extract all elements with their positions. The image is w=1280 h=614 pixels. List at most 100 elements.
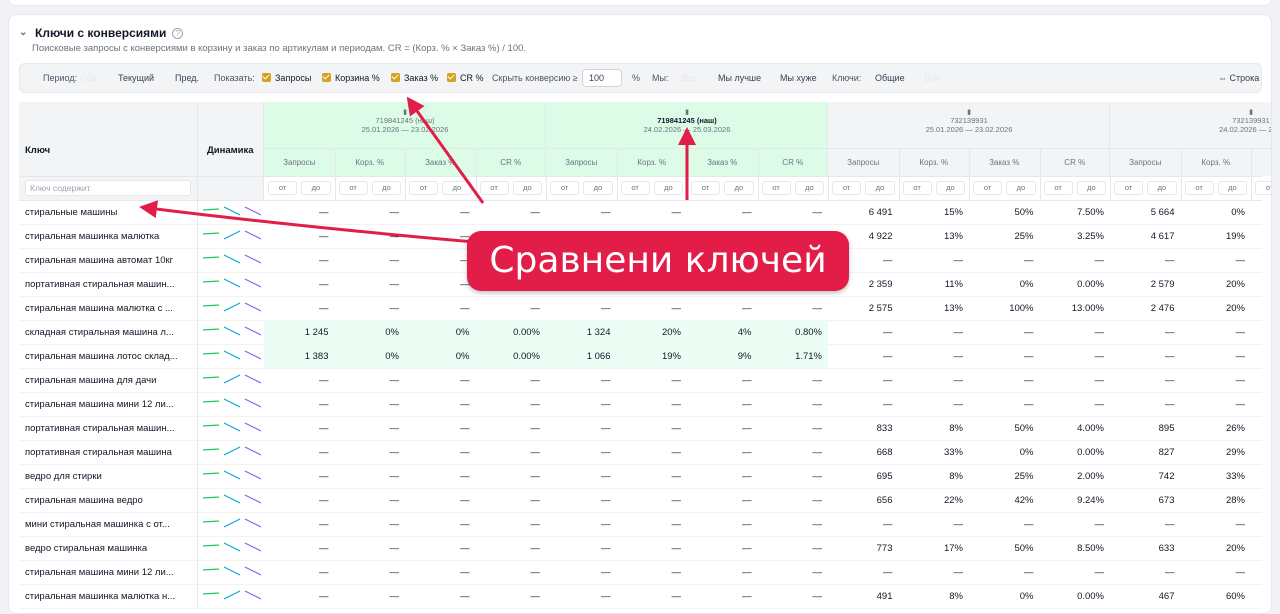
dynamics-sparkline[interactable] [203,470,263,482]
range-from-input[interactable]: от [550,181,580,195]
table-row-key[interactable]: стиральная машина мини 12 ли... [25,399,191,410]
range-to-input[interactable]: до [1217,181,1247,195]
dynamics-sparkline[interactable] [203,518,263,530]
keys-all-button[interactable]: Все [924,64,940,92]
subcolumn-header[interactable]: CR % [476,158,547,167]
dynamics-sparkline[interactable] [203,278,263,290]
dynamics-sparkline[interactable] [203,254,263,266]
help-icon[interactable]: ? [172,27,184,39]
subcolumn-header[interactable]: Запросы [264,158,335,167]
range-to-input[interactable]: до [724,181,754,195]
range-from-input[interactable]: от [620,181,650,195]
range-to-input[interactable]: до [653,181,683,195]
group-article[interactable]: 732139931 [828,116,1110,125]
range-to-input[interactable]: до [794,181,824,195]
subcolumn-header[interactable]: Запросы [1110,158,1181,167]
we-worse-button[interactable]: Мы хуже [780,64,817,92]
range-from-input[interactable]: от [409,181,439,195]
subcolumn-header[interactable]: Заказ % [405,158,476,167]
dynamics-sparkline[interactable] [203,398,263,410]
dynamics-sparkline[interactable] [203,422,263,434]
checkbox-cart[interactable]: Корзина % [322,64,380,92]
range-from-input[interactable]: от [691,181,721,195]
dynamics-sparkline[interactable] [203,206,263,218]
subcolumn-header[interactable]: Запросы [546,158,617,167]
row-toggle-button[interactable]: ⇔ Строка [1218,64,1259,92]
group-article[interactable]: 732139931 [1110,116,1271,125]
key-filter-input[interactable]: Ключ содержит [25,180,191,196]
table-row-key[interactable]: портативная стиральная машин... [25,423,191,434]
range-from-input[interactable]: от [268,181,298,195]
range-to-input[interactable]: до [371,181,401,195]
subcolumn-header[interactable]: Корз. % [899,158,970,167]
section-header[interactable]: ⌄ Ключи с конверсиями ? [19,26,184,40]
range-to-input[interactable]: до [301,181,331,195]
subcolumn-header[interactable]: Заказ % [687,158,758,167]
range-from-input[interactable]: от [479,181,509,195]
range-to-input[interactable]: до [512,181,542,195]
period-prev-button[interactable]: Пред. [175,64,199,92]
range-from-input[interactable]: от [832,181,862,195]
group-article[interactable]: 719841245 (наш) [264,116,546,125]
table-row-key[interactable]: стиральная машина лотос склад... [25,351,191,362]
dynamics-sparkline[interactable] [203,302,263,314]
group-article[interactable]: 719841245 (наш) [546,116,828,125]
period-both-button[interactable]: Оба [80,64,97,92]
subcolumn-header[interactable]: CR % [758,158,829,167]
checkbox-requests[interactable]: Запросы [262,64,311,92]
range-to-input[interactable]: до [935,181,965,195]
range-from-input[interactable]: от [1114,181,1144,195]
dynamics-sparkline[interactable] [203,542,263,554]
subcolumn-header[interactable]: Заказ % [969,158,1040,167]
range-from-input[interactable]: от [1043,181,1073,195]
range-to-input[interactable]: до [1076,181,1106,195]
hide-conversion-input[interactable]: 100 [582,69,622,87]
dynamics-sparkline[interactable] [203,446,263,458]
range-to-input[interactable]: до [442,181,472,195]
table-row-key[interactable]: портативная стиральная машина [25,447,191,458]
table-row-key[interactable]: стиральная машинка малютка н... [25,591,191,602]
chevron-down-icon[interactable]: ⌄ [19,27,29,38]
range-from-input[interactable]: от [338,181,368,195]
dynamics-sparkline[interactable] [203,350,263,362]
subcolumn-header[interactable]: CR % [1040,158,1111,167]
subcolumn-header[interactable]: Заказ % [1251,158,1271,167]
table-row-key[interactable]: стиральная машина автомат 10кг [25,255,191,266]
subcolumn-header[interactable]: Корз. % [617,158,688,167]
key-header[interactable]: Ключ [25,145,50,156]
table-row-key[interactable]: стиральная машинка малютка [25,231,191,242]
range-from-input[interactable]: от [1255,181,1271,195]
subcolumn-header[interactable]: Корз. % [1181,158,1252,167]
table-row-key[interactable]: ведро для стирки [25,471,191,482]
dynamics-sparkline[interactable] [203,374,263,386]
we-better-button[interactable]: Мы лучше [718,64,761,92]
range-to-input[interactable]: до [583,181,613,195]
range-to-input[interactable]: до [1006,181,1036,195]
range-from-input[interactable]: от [1184,181,1214,195]
range-from-input[interactable]: от [973,181,1003,195]
dynamics-sparkline[interactable] [203,494,263,506]
table-row-key[interactable]: складная стиральная машина л... [25,327,191,338]
dynamics-sparkline[interactable] [203,590,263,602]
dynamics-sparkline[interactable] [203,230,263,242]
subcolumn-header[interactable]: Запросы [828,158,899,167]
dynamics-sparkline[interactable] [203,566,263,578]
range-to-input[interactable]: до [1147,181,1177,195]
checkbox-cr[interactable]: CR % [447,64,484,92]
table-row-key[interactable]: мини стиральная машинка с от... [25,519,191,530]
table-row-key[interactable]: ведро стиральная машинка [25,543,191,554]
table-row-key[interactable]: портативная стиральная машин... [25,279,191,290]
table-row-key[interactable]: стиральная машина ведро [25,495,191,506]
range-from-input[interactable]: от [761,181,791,195]
range-to-input[interactable]: до [865,181,895,195]
table-row-key[interactable]: стиральная машина малютка с ... [25,303,191,314]
table-row-key[interactable]: стиральные машины [25,207,191,218]
subcolumn-header[interactable]: Корз. % [335,158,406,167]
keys-common-button[interactable]: Общие [875,64,905,92]
checkbox-order[interactable]: Заказ % [391,64,438,92]
we-all-button[interactable]: Все [682,64,698,92]
range-from-input[interactable]: от [902,181,932,195]
table-row-key[interactable]: стиральная машина для дачи [25,375,191,386]
dynamics-sparkline[interactable] [203,326,263,338]
table-row-key[interactable]: стиральная машина мини 12 ли... [25,567,191,578]
